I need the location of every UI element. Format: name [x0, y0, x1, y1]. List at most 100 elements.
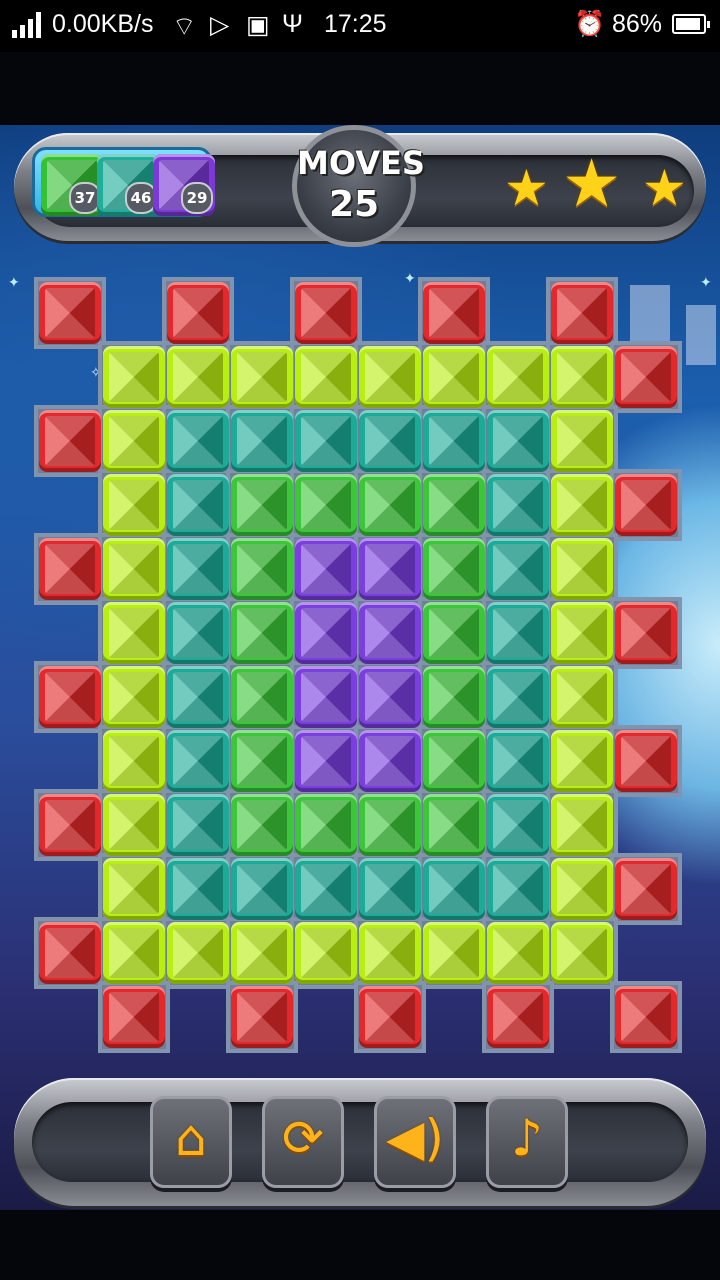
tile-yellow[interactable] [295, 922, 357, 984]
tile-yellow[interactable] [551, 922, 613, 984]
tile-red[interactable] [359, 986, 421, 1048]
tile-purple[interactable] [295, 730, 357, 792]
tile-teal[interactable] [423, 858, 485, 920]
tile-yellow[interactable] [551, 602, 613, 664]
tile-yellow[interactable] [103, 410, 165, 472]
home-button[interactable]: ⌂ [150, 1096, 232, 1188]
tile-yellow[interactable] [551, 346, 613, 408]
tile-teal[interactable] [487, 474, 549, 536]
tile-yellow[interactable] [487, 346, 549, 408]
tile-teal[interactable] [167, 794, 229, 856]
tile-green[interactable] [423, 794, 485, 856]
tile-red[interactable] [39, 410, 101, 472]
tile-yellow[interactable] [103, 794, 165, 856]
tile-red[interactable] [423, 282, 485, 344]
tile-red[interactable] [295, 282, 357, 344]
tile-yellow[interactable] [359, 346, 421, 408]
tile-purple[interactable] [295, 666, 357, 728]
tile-teal[interactable] [167, 730, 229, 792]
tile-green[interactable] [295, 794, 357, 856]
tile-yellow[interactable] [103, 730, 165, 792]
tile-purple[interactable] [295, 602, 357, 664]
tile-yellow[interactable] [551, 410, 613, 472]
tile-yellow[interactable] [231, 922, 293, 984]
tile-yellow[interactable] [487, 922, 549, 984]
tile-teal[interactable] [167, 602, 229, 664]
tile-green[interactable] [231, 602, 293, 664]
tile-green[interactable] [423, 474, 485, 536]
tile-teal[interactable] [295, 410, 357, 472]
tile-teal[interactable] [487, 666, 549, 728]
tile-green[interactable] [423, 538, 485, 600]
tile-teal[interactable] [487, 538, 549, 600]
tile-purple[interactable] [359, 730, 421, 792]
tile-yellow[interactable] [551, 794, 613, 856]
tile-purple[interactable] [295, 538, 357, 600]
tile-teal[interactable] [167, 474, 229, 536]
tile-teal[interactable] [359, 410, 421, 472]
tile-red[interactable] [615, 730, 677, 792]
tile-green[interactable] [295, 474, 357, 536]
tile-yellow[interactable] [167, 922, 229, 984]
tile-red[interactable] [39, 922, 101, 984]
tile-teal[interactable] [487, 730, 549, 792]
tile-purple[interactable] [359, 666, 421, 728]
restart-button[interactable]: ⟳ [262, 1096, 344, 1188]
tile-teal[interactable] [487, 602, 549, 664]
tile-teal[interactable] [231, 410, 293, 472]
tile-yellow[interactable] [551, 474, 613, 536]
music-button[interactable]: ♪ [486, 1096, 568, 1188]
tile-yellow[interactable] [103, 858, 165, 920]
tile-red[interactable] [615, 346, 677, 408]
tile-teal[interactable] [167, 858, 229, 920]
tile-purple[interactable] [359, 538, 421, 600]
tile-yellow[interactable] [551, 730, 613, 792]
tile-red[interactable] [615, 474, 677, 536]
tile-yellow[interactable] [103, 666, 165, 728]
tile-yellow[interactable] [103, 346, 165, 408]
sound-button[interactable]: ◀) [374, 1096, 456, 1188]
tile-teal[interactable] [167, 410, 229, 472]
tile-yellow[interactable] [423, 346, 485, 408]
tile-red[interactable] [231, 986, 293, 1048]
tile-red[interactable] [487, 986, 549, 1048]
tile-teal[interactable] [167, 538, 229, 600]
tile-red[interactable] [615, 986, 677, 1048]
tile-green[interactable] [231, 730, 293, 792]
tile-teal[interactable] [359, 858, 421, 920]
tile-red[interactable] [103, 986, 165, 1048]
tile-red[interactable] [167, 282, 229, 344]
tile-green[interactable] [359, 794, 421, 856]
tile-teal[interactable] [231, 858, 293, 920]
tile-yellow[interactable] [231, 346, 293, 408]
tile-yellow[interactable] [103, 538, 165, 600]
tile-green[interactable] [359, 474, 421, 536]
tile-teal[interactable] [295, 858, 357, 920]
tile-yellow[interactable] [103, 922, 165, 984]
tile-teal[interactable] [167, 666, 229, 728]
tile-teal[interactable] [423, 410, 485, 472]
tile-green[interactable] [231, 474, 293, 536]
tile-purple[interactable] [359, 602, 421, 664]
tile-teal[interactable] [487, 794, 549, 856]
tile-red[interactable] [39, 282, 101, 344]
tile-yellow[interactable] [551, 666, 613, 728]
tile-red[interactable] [39, 794, 101, 856]
tile-yellow[interactable] [103, 602, 165, 664]
tile-teal[interactable] [487, 410, 549, 472]
tile-teal[interactable] [487, 858, 549, 920]
tile-yellow[interactable] [167, 346, 229, 408]
tile-yellow[interactable] [551, 858, 613, 920]
tile-red[interactable] [39, 538, 101, 600]
tile-green[interactable] [423, 666, 485, 728]
tile-red[interactable] [551, 282, 613, 344]
tile-green[interactable] [423, 602, 485, 664]
tile-red[interactable] [39, 666, 101, 728]
tile-red[interactable] [615, 858, 677, 920]
tile-green[interactable] [231, 794, 293, 856]
tile-yellow[interactable] [359, 922, 421, 984]
tile-green[interactable] [231, 538, 293, 600]
tile-red[interactable] [615, 602, 677, 664]
tile-yellow[interactable] [103, 474, 165, 536]
tile-yellow[interactable] [295, 346, 357, 408]
